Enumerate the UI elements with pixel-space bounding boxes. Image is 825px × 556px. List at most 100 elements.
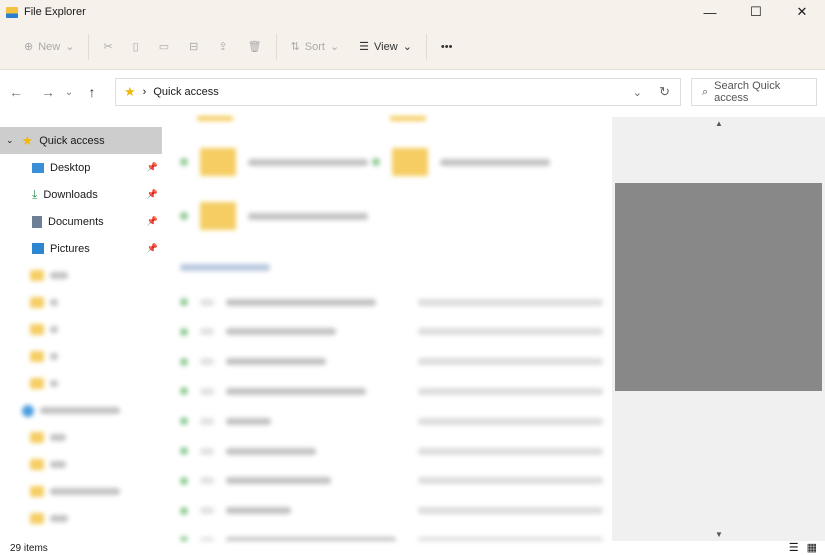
recent-file-row[interactable] (180, 298, 603, 306)
folder-icon (30, 378, 44, 389)
view-label: View (374, 40, 398, 53)
new-label: New (38, 40, 61, 53)
view-button[interactable]: ☰ View ⌄ (349, 32, 422, 62)
pin-icon: 📌 (146, 162, 158, 172)
breadcrumb-quick-access[interactable]: Quick access (153, 86, 218, 98)
chevron-down-icon: ⌄ (402, 41, 412, 53)
pinned-folder[interactable] (372, 148, 550, 176)
divider (88, 33, 90, 60)
copy-button[interactable]: ▯ (123, 32, 149, 62)
address-dropdown-button[interactable]: ⌄ (633, 86, 642, 99)
star-icon: ★ (124, 84, 136, 99)
sort-icon: ⇅ (290, 41, 300, 53)
paste-button[interactable]: ▭ (149, 32, 179, 62)
documents-icon (32, 215, 42, 228)
folder-icon (30, 351, 44, 362)
refresh-button[interactable]: ↻ (659, 84, 670, 100)
tiles-view-icon[interactable]: ▦ (807, 541, 817, 554)
cut-button[interactable]: ✂ (93, 32, 122, 62)
pinned-folder[interactable] (180, 148, 368, 176)
chevron-down-icon: ⌄ (65, 41, 75, 53)
folder-icon (30, 432, 44, 443)
folder-icon (30, 459, 44, 470)
back-button[interactable]: ← (3, 84, 29, 100)
sidebar-label: Documents (48, 215, 104, 228)
pin-icon: 📌 (146, 189, 158, 199)
divider (425, 33, 427, 60)
minimize-button[interactable]: — (687, 0, 733, 24)
sort-label: Sort (304, 40, 325, 53)
rename-icon: ⊟ (189, 41, 199, 53)
sidebar-item-documents[interactable]: Documents 📌 (0, 208, 162, 235)
scroll-down-icon[interactable]: ▼ (715, 530, 723, 539)
more-options-button[interactable]: ••• (431, 32, 463, 62)
recent-file-row[interactable] (180, 327, 603, 336)
scroll-up-icon[interactable]: ▲ (715, 119, 723, 128)
sidebar-item-downloads[interactable]: ⤓ Downloads 📌 (0, 181, 162, 208)
recent-file-row[interactable] (180, 476, 603, 485)
copy-icon: ▯ (132, 41, 139, 53)
folder-icon (30, 297, 44, 308)
folder-icon (30, 513, 44, 524)
status-bar: 29 items ☰ ▦ (0, 541, 825, 556)
sidebar-item-desktop[interactable]: Desktop 📌 (0, 154, 162, 181)
sidebar-label: Downloads (43, 188, 98, 201)
divider (275, 33, 277, 60)
sidebar-item-pictures[interactable]: Pictures 📌 (0, 235, 162, 262)
view-icon: ☰ (359, 41, 370, 53)
navigation-bar: ← → ⌄ ↑ ★ › Quick access ⌄ ↻ ⌕ Search Qu… (0, 78, 825, 106)
recent-files-header[interactable] (180, 264, 270, 271)
folder-icon (30, 324, 44, 335)
item-count: 29 items (10, 543, 48, 554)
plus-circle-icon: ⊕ (24, 41, 34, 53)
recent-locations-button[interactable]: ⌄ (61, 87, 77, 98)
sidebar-item-quick-access[interactable]: ⌄ ★ Quick access (0, 127, 162, 154)
scissors-icon: ✂ (103, 41, 113, 53)
breadcrumb-separator: › (142, 86, 147, 98)
close-button[interactable]: ✕ (779, 0, 825, 24)
folder-icon (197, 116, 233, 121)
sort-button[interactable]: ⇅ Sort ⌄ (281, 32, 350, 62)
forward-button[interactable]: → (35, 84, 61, 100)
recent-file-row[interactable] (180, 447, 603, 455)
onedrive-icon (22, 404, 34, 417)
paste-icon: ▭ (158, 41, 170, 53)
recent-file-row[interactable] (180, 387, 603, 396)
up-button[interactable]: ↑ (79, 84, 105, 100)
folder-icon (30, 486, 44, 497)
file-explorer-icon (6, 6, 18, 18)
new-button[interactable]: ⊕ New ⌄ (14, 32, 84, 62)
scrollbar[interactable]: ▲ ▼ (612, 117, 825, 541)
maximize-button[interactable]: ☐ (733, 0, 779, 24)
details-view-icon[interactable]: ☰ (789, 541, 799, 554)
scrollbar-thumb[interactable] (615, 183, 822, 391)
desktop-icon (32, 162, 44, 173)
pinned-folder[interactable] (180, 202, 368, 230)
search-icon: ⌕ (702, 85, 709, 98)
share-button[interactable]: ⇪ (208, 32, 237, 62)
sidebar-label: Pictures (50, 242, 90, 255)
sidebar-label: Quick access (39, 134, 105, 147)
chevron-down-icon: ⌄ (329, 41, 340, 53)
recent-file-row[interactable] (180, 417, 603, 426)
folder-icon (390, 116, 426, 121)
blurred-sidebar-items (0, 262, 162, 532)
command-bar: ⊕ New ⌄ ✂ ▯ ▭ ⊟ ⇪ 🗑 ⇅ Sort ⌄ ☰ View ⌄ ••• (0, 24, 825, 70)
search-box[interactable]: ⌕ Search Quick access (691, 78, 817, 106)
star-icon: ★ (21, 132, 34, 148)
chevron-down-icon: ⌄ (6, 135, 14, 145)
pin-icon: 📌 (146, 243, 158, 253)
search-input[interactable]: Search Quick access (714, 80, 816, 104)
address-bar[interactable]: ★ › Quick access ⌄ ↻ (115, 78, 681, 106)
recent-file-row[interactable] (180, 506, 603, 515)
download-icon: ⤓ (32, 187, 38, 201)
file-list (162, 110, 612, 541)
window-title: File Explorer (24, 6, 86, 18)
rename-button[interactable]: ⊟ (179, 32, 208, 62)
trash-icon: 🗑 (247, 41, 262, 53)
delete-button[interactable]: 🗑 (238, 32, 272, 62)
recent-file-row[interactable] (180, 357, 603, 366)
navigation-pane: ⌄ ★ Quick access Desktop 📌 ⤓ Downloads 📌 Do… (0, 117, 162, 541)
title-bar: File Explorer — ☐ ✕ (0, 0, 825, 24)
folder-icon (30, 270, 44, 281)
